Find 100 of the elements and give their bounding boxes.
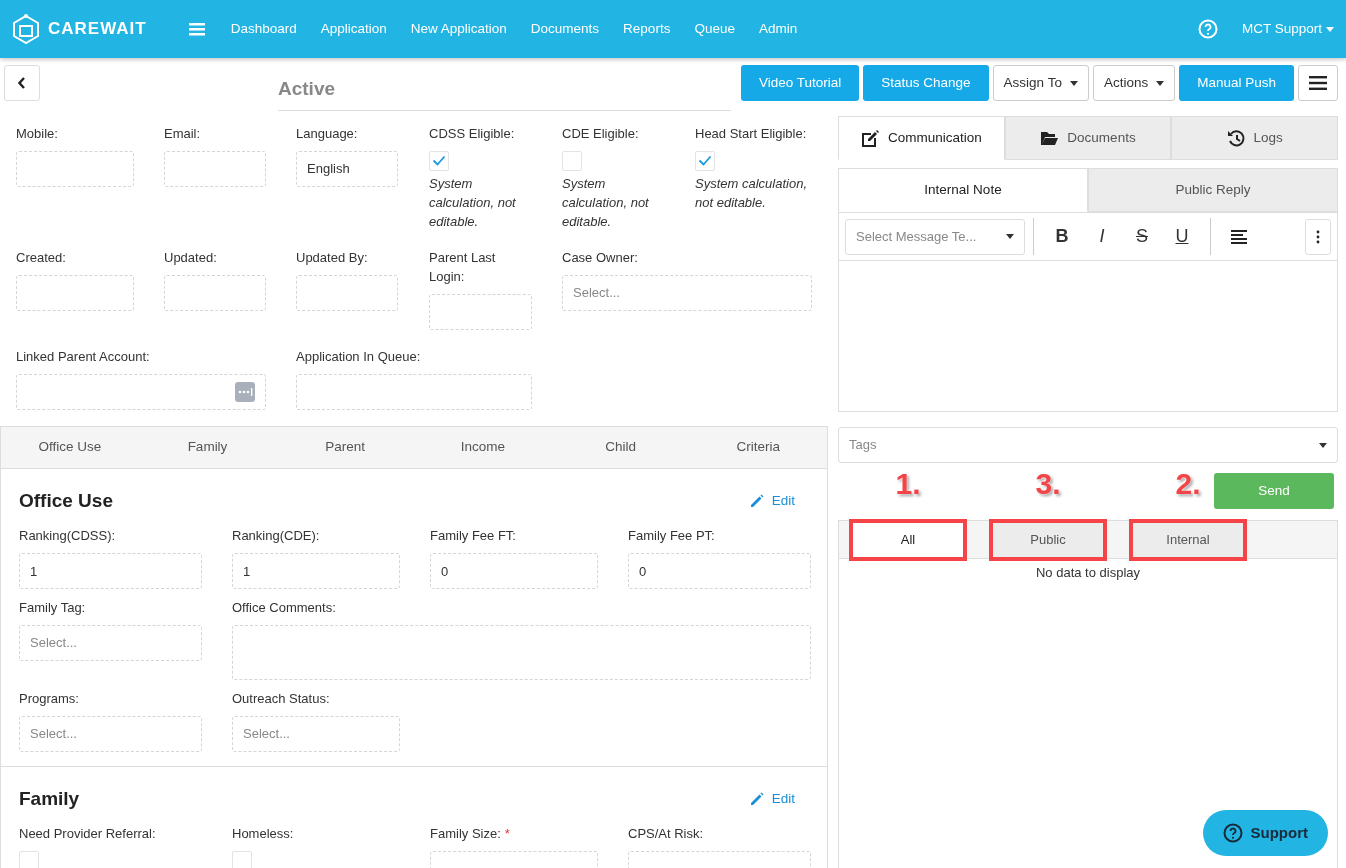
dropdown-button[interactable]: Assign To [992,65,1089,101]
section-title: Office Use [19,488,113,513]
field-label: Linked Parent Account: [16,348,151,367]
field-label: Created: [16,249,67,268]
history-icon [1226,128,1246,148]
brand-name: CAREWAIT [48,18,147,41]
help-note: System calculation, not editable. [429,174,517,231]
field-label: Updated: [164,249,218,268]
input-field[interactable]: 1 [19,553,202,590]
menu-button[interactable] [1298,65,1338,101]
menu-icon [1309,76,1327,91]
lookup-field[interactable] [16,373,266,410]
field-label: Ranking(CDE): [232,527,321,546]
panel-tab[interactable]: Documents [1004,116,1172,160]
section-tab[interactable]: Office Use [1,437,139,458]
select-field[interactable]: Select... [232,715,400,752]
input-field[interactable] [164,150,266,187]
input-field[interactable] [429,294,532,331]
input-field[interactable] [296,275,398,312]
note-tab[interactable]: Public Reply [1088,168,1338,212]
input-field[interactable]: 0 [628,553,811,590]
status-title: Active [278,69,731,111]
help-note: System calculation, not editable. [562,174,650,231]
section-tab[interactable]: Income [414,437,552,458]
strike-button[interactable]: S [1122,218,1162,255]
bold-button[interactable]: B [1042,218,1082,255]
input-field[interactable] [16,275,134,312]
underline-button[interactable]: U [1162,218,1202,255]
checkbox[interactable] [562,150,582,171]
filter-tab[interactable]: Public [993,523,1103,557]
input-field[interactable]: 1 [232,553,400,590]
select-field[interactable]: Select... [19,715,202,752]
hexagon-logo-icon [12,14,40,44]
select-field[interactable]: Select... [19,625,202,662]
filter-tab[interactable]: Internal [1133,523,1243,557]
annotation-number: 3. [1035,469,1061,499]
field-label: Updated By: [296,249,369,268]
required-mark: * [504,826,510,842]
field-label: Language: [296,125,359,143]
checkbox[interactable] [232,851,252,868]
empty-message: No data to display [1035,565,1141,580]
check-icon [432,155,446,167]
align-left-icon [1231,229,1247,244]
section-tab[interactable]: Criteria [689,437,828,458]
edit-link[interactable]: Edit [748,789,795,810]
text-area[interactable] [232,625,811,681]
input-field[interactable] [164,275,266,312]
checkbox[interactable] [19,851,39,868]
field-label: Homeless: [232,825,295,844]
template-select[interactable]: Select Message Te... [845,218,1025,255]
section-tab[interactable]: Child [551,437,690,458]
panel-tab[interactable]: Logs [1171,116,1338,160]
italic-button[interactable]: I [1082,218,1122,255]
caret-icon [1156,80,1165,86]
field-label: Family Fee PT: [628,527,716,546]
menu-icon[interactable] [188,22,205,36]
caret-icon [1069,80,1078,86]
field-label: Head Start Eligible: [695,125,808,143]
field-label: Mobile: [16,125,59,143]
section-tab[interactable]: Family [138,437,277,458]
field-label: Family Size: [430,826,501,842]
chevron-left-icon [18,77,26,89]
check-icon [698,155,712,167]
panel-tab[interactable]: Communication [838,116,1005,160]
section-title: Family [19,786,80,811]
back-button[interactable] [4,65,40,101]
filter-tab[interactable]: All [853,523,963,557]
field-label: Outreach Status: [232,690,331,709]
field-label: Ranking(CDSS): [19,527,117,546]
input-field[interactable] [16,150,134,187]
note-tab[interactable]: Internal Note [838,168,1088,212]
edit-link[interactable]: Edit [748,491,795,512]
ellipsis-icon [235,381,255,402]
support-button[interactable]: Support [1202,810,1328,856]
input-field[interactable]: 0 [430,553,598,590]
more-button[interactable] [1305,218,1331,255]
help-note: System calculation, not editable. [695,174,808,212]
field-label: Email: [164,125,202,143]
caret-icon [1006,234,1014,239]
input-field[interactable] [296,373,532,410]
help-icon[interactable] [1197,19,1218,39]
pencil-icon [748,493,764,509]
tags-select[interactable]: Tags [838,427,1338,463]
caret-icon [1326,26,1334,32]
annotation-number: 2. [1175,469,1201,499]
annotation-number: 1. [895,469,921,499]
section-tab[interactable]: Parent [276,437,414,458]
more-vertical-icon [1316,229,1320,244]
checkbox[interactable] [695,150,715,171]
pencil-icon [748,791,764,807]
checkbox[interactable] [429,150,449,171]
field-label: Parent Last Login: [429,249,497,287]
field-label: CDSS Eligible: [429,125,516,143]
caret-icon [1319,442,1327,448]
select-field[interactable]: Select... [562,275,812,312]
field-label: Case Owner: [562,249,639,268]
field-label: Family Fee FT: [430,527,517,546]
dropdown-button[interactable]: Actions [1092,65,1176,101]
field-label: CDE Eligible: [562,125,640,143]
input-field[interactable]: English [296,150,398,187]
